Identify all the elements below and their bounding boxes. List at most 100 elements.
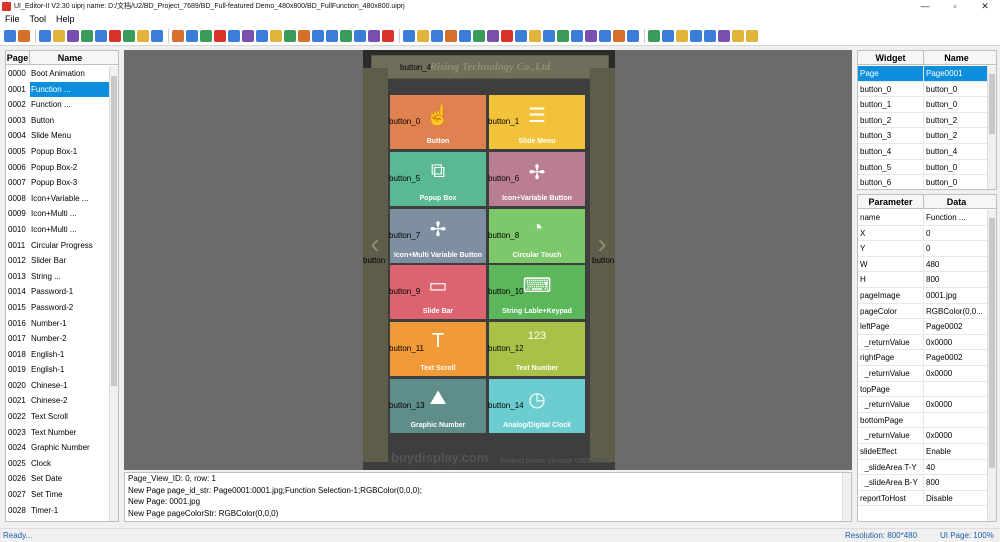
page-list-scrollbar[interactable]	[109, 66, 118, 521]
function-tile[interactable]: T Text Scroll button_11	[389, 322, 486, 376]
parameter-value[interactable]: 0x0000	[924, 335, 989, 350]
parameter-row[interactable]: W 480	[858, 256, 989, 273]
page-list-row[interactable]: 0011 Circular Progress	[6, 238, 110, 254]
page-list-row[interactable]: 0028 Timer-1	[6, 503, 110, 519]
page-list-row[interactable]: 0019 English-1	[6, 362, 110, 378]
right-slide-area[interactable]	[590, 68, 615, 462]
widget-label-button-4[interactable]: button_4	[400, 63, 431, 72]
page-list-row[interactable]: 0010 Icon+Multi ...	[6, 222, 110, 238]
page-list-row[interactable]: 0025 Clock	[6, 456, 110, 472]
page-list-row[interactable]: 0022 Text Scroll	[6, 409, 110, 425]
parameter-value[interactable]: 0x0000	[924, 366, 989, 381]
page-list-row[interactable]: 0012 Slider Bar	[6, 253, 110, 269]
parameter-scrollbar[interactable]	[987, 210, 996, 521]
function-tile[interactable]: ☝ Button button_0	[389, 95, 486, 149]
parameter-row[interactable]: leftPage Page0002	[858, 319, 989, 335]
parameter-row[interactable]: H 800	[858, 272, 989, 288]
widget-row[interactable]: button_4 button_4	[858, 143, 989, 160]
toolbar-tool-icon[interactable]	[18, 29, 30, 42]
widget-label-right-button[interactable]: button	[592, 256, 614, 265]
page-column-header[interactable]: Page	[6, 51, 30, 64]
toolbar-tool-icon[interactable]	[312, 29, 324, 42]
parameter-row[interactable]: bottomPage	[858, 412, 989, 429]
page-list-row[interactable]: 0015 Password-2	[6, 300, 110, 316]
toolbar-tool-icon[interactable]	[690, 29, 702, 42]
function-tile[interactable]: ⧉ Popup Box button_5	[389, 152, 486, 206]
toolbar-tool-icon[interactable]	[585, 29, 597, 42]
toolbar-tool-icon[interactable]	[186, 29, 198, 42]
parameter-value[interactable]: Page0002	[924, 319, 989, 334]
toolbar-tool-icon[interactable]	[256, 29, 268, 42]
toolbar-tool-icon[interactable]	[571, 29, 583, 42]
toolbar-tool-icon[interactable]	[417, 29, 429, 42]
parameter-row[interactable]: topPage	[858, 381, 989, 398]
parameter-row[interactable]: _returnValue 0x0000	[858, 428, 989, 444]
page-list-row[interactable]: 0004 Slide Menu	[6, 128, 110, 144]
parameter-value[interactable]: 0001.jpg	[924, 288, 989, 303]
name-column-header[interactable]: Name	[924, 51, 989, 64]
widget-row[interactable]: button_2 button_2	[858, 112, 989, 129]
toolbar-tool-icon[interactable]	[200, 29, 212, 42]
toolbar-tool-icon[interactable]	[676, 29, 688, 42]
toolbar-tool-icon[interactable]	[648, 29, 660, 42]
toolbar-tool-icon[interactable]	[382, 29, 394, 42]
toolbar-tool-icon[interactable]	[732, 29, 744, 42]
page-list-row[interactable]: 0014 Password-1	[6, 284, 110, 300]
toolbar-tool-icon[interactable]	[543, 29, 555, 42]
toolbar-tool-icon[interactable]	[81, 29, 93, 42]
minimize-button[interactable]: —	[910, 0, 940, 12]
scroll-thumb[interactable]	[989, 218, 995, 468]
toolbar-tool-icon[interactable]	[403, 29, 415, 42]
widget-row[interactable]: button_6 button_0	[858, 175, 989, 189]
widget-row[interactable]: button_1 button_0	[858, 97, 989, 113]
widget-row[interactable]: Page Page0001	[858, 66, 989, 82]
log-scrollbar[interactable]	[842, 473, 851, 521]
page-list-row[interactable]: 0013 String ...	[6, 269, 110, 285]
menu-help[interactable]: Help	[51, 12, 80, 26]
parameter-value[interactable]: RGBColor(0,0...	[924, 304, 989, 319]
page-list-row[interactable]: 0000 Boot Animation	[6, 66, 110, 82]
parameter-value[interactable]	[924, 382, 989, 397]
toolbar-tool-icon[interactable]	[151, 29, 163, 42]
toolbar-tool-icon[interactable]	[459, 29, 471, 42]
toolbar-tool-icon[interactable]	[704, 29, 716, 42]
widget-list-scrollbar[interactable]	[987, 66, 996, 189]
parameter-row[interactable]: name Function ...	[858, 210, 989, 226]
toolbar-tool-icon[interactable]	[354, 29, 366, 42]
toolbar-tool-icon[interactable]	[298, 29, 310, 42]
parameter-row[interactable]: slideEffect Enable	[858, 443, 989, 460]
parameter-row[interactable]: _slideArea B-Y 800	[858, 475, 989, 491]
toolbar-tool-icon[interactable]	[53, 29, 65, 42]
parameter-row[interactable]: Y0	[858, 241, 989, 257]
page-list-row[interactable]: 0017 Number-2	[6, 331, 110, 347]
toolbar-tool-icon[interactable]	[137, 29, 149, 42]
name-column-header[interactable]: Name	[30, 51, 110, 64]
page-list-row[interactable]: 0009 Icon+Multi ...	[6, 206, 110, 222]
parameter-value[interactable]: 0x0000	[924, 428, 989, 443]
left-slide-area[interactable]	[363, 68, 388, 462]
widget-label-left-button[interactable]: button	[363, 256, 385, 265]
function-tile[interactable]: ⌨ String Lable+Keypad button_10	[488, 265, 585, 319]
parameter-row[interactable]: pageColor RGBColor(0,0...	[858, 303, 989, 320]
toolbar-tool-icon[interactable]	[326, 29, 338, 42]
page-list-row[interactable]: 0002 Function ...	[6, 97, 110, 113]
widget-row[interactable]: button_5 button_0	[858, 159, 989, 176]
parameter-value[interactable]: 800	[924, 475, 989, 490]
toolbar-tool-icon[interactable]	[627, 29, 639, 42]
toolbar-tool-icon[interactable]	[123, 29, 135, 42]
parameter-row[interactable]: _returnValue 0x0000	[858, 365, 989, 382]
close-button[interactable]: ✕	[970, 0, 1000, 12]
toolbar-tool-icon[interactable]	[270, 29, 282, 42]
widget-row[interactable]: button_0 button_0	[858, 81, 989, 98]
toolbar-tool-icon[interactable]	[487, 29, 499, 42]
toolbar-tool-icon[interactable]	[473, 29, 485, 42]
toolbar-tool-icon[interactable]	[39, 29, 51, 42]
page-list-row[interactable]: 0020 Chinese-1	[6, 378, 110, 394]
parameter-column-header[interactable]: Parameter	[858, 195, 924, 208]
parameter-row[interactable]: _slideArea T-Y 40	[858, 459, 989, 476]
page-list-row[interactable]: 0026 Set Date	[6, 471, 110, 487]
toolbar-tool-icon[interactable]	[529, 29, 541, 42]
page-list-row[interactable]: 0018 English-1	[6, 347, 110, 363]
toolbar-tool-icon[interactable]	[242, 29, 254, 42]
parameter-value[interactable]: Page0002	[924, 350, 989, 365]
